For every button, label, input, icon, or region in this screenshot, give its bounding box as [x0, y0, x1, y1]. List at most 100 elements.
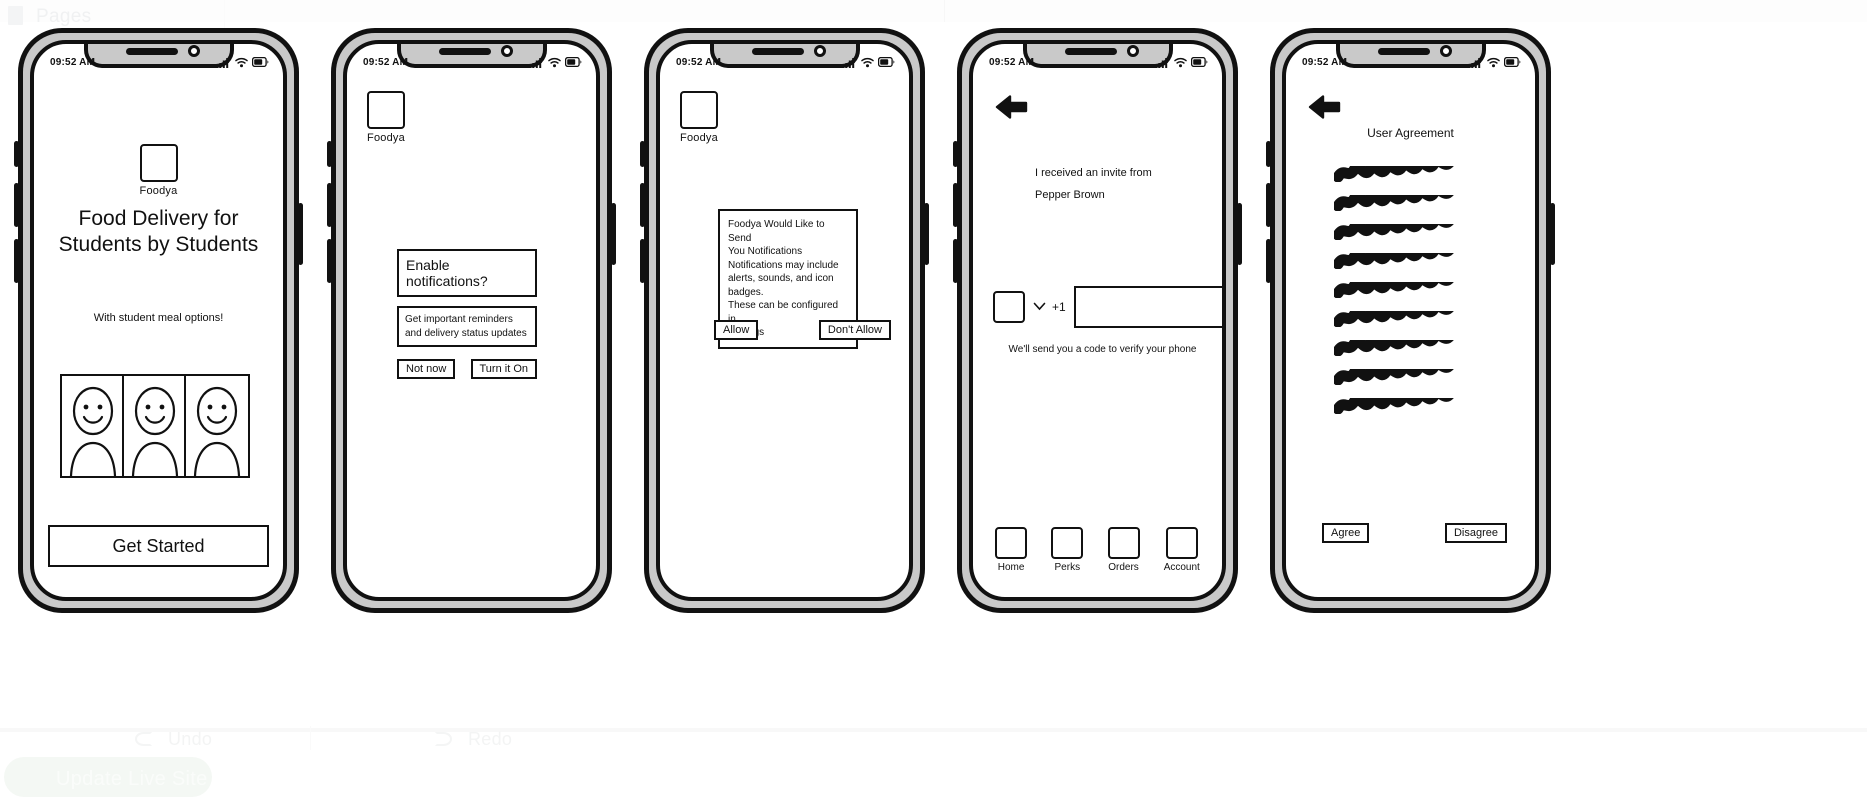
volume-up-button[interactable] [953, 183, 958, 227]
app-logo-icon [680, 91, 718, 129]
app-logo-label: Foodya [680, 132, 718, 144]
undo-icon[interactable] [135, 732, 152, 746]
volume-up-button[interactable] [1266, 183, 1271, 227]
scribble-line [1334, 398, 1454, 414]
earpiece-speaker [751, 48, 804, 55]
mute-switch[interactable] [640, 141, 645, 167]
mute-switch[interactable] [327, 141, 332, 167]
mute-switch[interactable] [14, 141, 19, 167]
account-icon [1165, 527, 1198, 559]
tool-topbar [0, 0, 1867, 22]
power-button[interactable] [1237, 203, 1242, 265]
volume-up-button[interactable] [327, 183, 332, 227]
battery-icon [1504, 57, 1521, 67]
scribble-line [1334, 195, 1454, 211]
verification-hint: We'll send you a code to verify your pho… [1008, 344, 1197, 355]
arrow-left-icon[interactable] [995, 94, 1029, 120]
phone-number-input[interactable] [1073, 286, 1222, 328]
phone-entry-row: +1 [993, 286, 1222, 328]
screen-enable-notifications: 09:52 AM Foodya Enable notifications? Ge… [343, 40, 600, 601]
redo-button[interactable]: Redo [468, 729, 512, 750]
scribble-line [1334, 224, 1454, 240]
phone-mockup-phone-verification: 09:52 AM I received an invite from Peppe… [953, 28, 1242, 613]
volume-up-button[interactable] [14, 183, 19, 227]
tab-orders[interactable]: Orders [1107, 527, 1140, 573]
welcome-headline: Food Delivery for Students by Students [50, 206, 267, 259]
volume-up-button[interactable] [640, 183, 645, 227]
front-camera-icon [500, 45, 513, 57]
wifi-icon [548, 57, 561, 67]
screen-system-permission: 09:52 AM Foodya Foodya Would Like to Sen… [656, 40, 913, 601]
earpiece-speaker [1377, 48, 1430, 55]
notch [396, 44, 547, 68]
earpiece-speaker [438, 48, 491, 55]
phone-mockup-welcome: 09:52 AM Foodya Food Delivery for Studen… [14, 28, 303, 613]
get-started-button[interactable]: Get Started [48, 525, 269, 567]
person-avatar [186, 376, 248, 476]
wifi-icon [1174, 57, 1187, 67]
tab-account[interactable]: Account [1164, 527, 1200, 573]
tab-home[interactable]: Home [995, 527, 1028, 573]
tab-label: Account [1163, 562, 1200, 573]
volume-down-button[interactable] [953, 239, 958, 283]
orders-icon [1107, 527, 1140, 559]
not-now-button[interactable]: Not now [397, 359, 456, 380]
mute-switch[interactable] [953, 141, 958, 167]
brand-logo-block: Foodya [34, 144, 283, 197]
volume-down-button[interactable] [640, 239, 645, 283]
wifi-icon [1487, 57, 1500, 67]
volume-down-button[interactable] [14, 239, 19, 283]
pages-icon [8, 6, 23, 25]
turn-it-on-button[interactable]: Turn it On [470, 359, 537, 380]
scribble-line [1334, 369, 1454, 385]
dialog-body-line-1: Get important reminders [405, 314, 513, 325]
battery-icon [878, 57, 895, 67]
dialog-line-1: Foodya Would Like to Send [728, 219, 825, 244]
headline-line-1: Food Delivery for [78, 207, 239, 230]
notch [709, 44, 860, 68]
battery-icon [1191, 57, 1208, 67]
allow-button[interactable]: Allow [714, 320, 759, 341]
tab-perks[interactable]: Perks [1051, 527, 1084, 573]
scribble-line [1334, 166, 1454, 182]
arrow-left-icon[interactable] [1308, 94, 1342, 120]
disagree-button[interactable]: Disagree [1444, 522, 1507, 543]
tab-label: Home [997, 562, 1025, 573]
agree-button[interactable]: Agree [1322, 522, 1370, 543]
chevron-down-icon[interactable] [1033, 298, 1046, 316]
power-button[interactable] [298, 203, 303, 265]
perks-icon [1051, 527, 1084, 559]
volume-down-button[interactable] [327, 239, 332, 283]
scribble-line [1334, 282, 1454, 298]
power-button[interactable] [924, 203, 929, 265]
phone-mockup-system-permission: 09:52 AM Foodya Foodya Would Like to Sen… [640, 28, 929, 613]
person-avatar [124, 376, 186, 476]
bottom-tab-bar: Home Perks Orders Account [983, 527, 1212, 573]
dont-allow-button[interactable]: Don't Allow [818, 320, 891, 341]
country-flag-icon[interactable] [993, 291, 1025, 323]
front-camera-icon [1439, 45, 1452, 57]
headline-line-2: Students by Students [58, 233, 259, 257]
notch [1022, 44, 1173, 68]
app-logo-icon [139, 144, 178, 182]
power-button[interactable] [611, 203, 616, 265]
phone-mockup-enable-notifications: 09:52 AM Foodya Enable notifications? Ge… [327, 28, 616, 613]
redo-icon[interactable] [435, 732, 452, 746]
dialog-body: Get important reminders and delivery sta… [397, 306, 537, 347]
country-code-label: +1 [1052, 300, 1066, 314]
volume-down-button[interactable] [1266, 239, 1271, 283]
agreement-actions: Agree Disagree [1322, 522, 1507, 543]
page-title: User Agreement [1367, 126, 1454, 140]
dialog-body-line-2: and delivery status updates [405, 327, 527, 339]
power-button[interactable] [1550, 203, 1555, 265]
mute-switch[interactable] [1266, 141, 1271, 167]
dialog-actions: Not now Turn it On [397, 359, 537, 380]
update-live-site-button[interactable] [4, 757, 212, 797]
tool-bottombar [0, 728, 1867, 732]
dialog-line-2: You Notifications [728, 246, 803, 257]
notch [1335, 44, 1486, 68]
earpiece-speaker [125, 48, 178, 55]
screen-welcome: 09:52 AM Foodya Food Delivery for Studen… [30, 40, 287, 601]
welcome-subtext: With student meal options! [93, 312, 224, 324]
undo-button[interactable]: Undo [168, 729, 212, 750]
